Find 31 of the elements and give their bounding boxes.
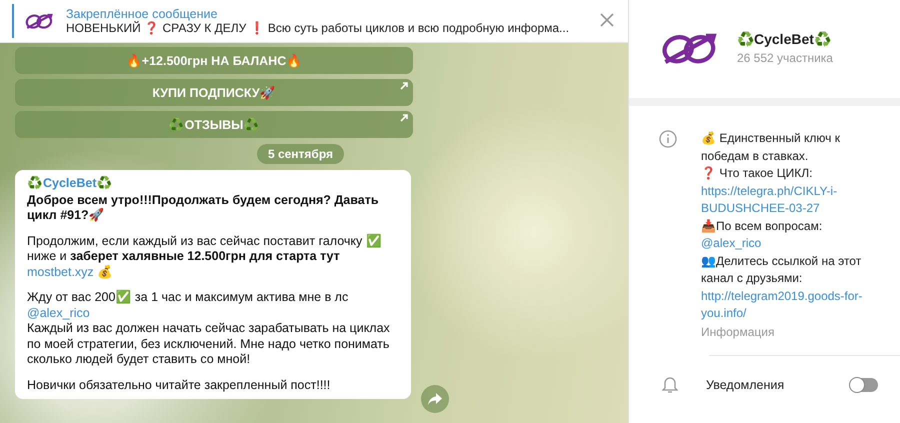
member-count: 26 552 участника	[737, 51, 833, 65]
description-line: 📥По всем вопросам:	[701, 218, 824, 234]
keyboard-button[interactable]: ♻ОТЗЫВЫ♻	[15, 111, 413, 138]
description-line: ❓ Что такое ЦИКЛ:	[701, 165, 814, 182]
info-caption: Информация	[701, 324, 776, 340]
share-icon	[428, 393, 442, 405]
link[interactable]: @alex_rico	[701, 235, 871, 252]
arrow-icon	[400, 82, 408, 90]
arrow-icon	[400, 114, 408, 122]
link[interactable]: mostbet.xyz	[27, 264, 94, 278]
notifications-label: Уведомления	[706, 378, 786, 392]
description-line: 💰 Единственный ключ к победам в ставках.	[701, 130, 841, 164]
date-label: 5 сентября	[256, 144, 344, 164]
pinned-text: НОВЕНЬКИЙ ❓ СРАЗУ К ДЕЛУ ❗ Всю суть работы циклов и всю подробную информа...	[66, 21, 570, 35]
message-paragraph: Продолжим, если каждый из вас сейчас поставит галочку ✅ ниже и заберет халявные 12.500грн для старта тут mostbet.xyz 💰	[27, 234, 383, 280]
link[interactable]: http://telegram2019.goods-for-you.info/	[701, 288, 871, 322]
info-icon	[659, 130, 677, 148]
sender-name[interactable]: ♻CycleBet♻	[27, 176, 399, 192]
bell-icon	[662, 376, 678, 394]
pinned-message-bar[interactable]: Закреплённое сообщение НОВЕНЬКИЙ ❓ СРАЗУ К ДЕЛУ ❗ Всю суть работы циклов и всю подробную информа...	[0, 0, 628, 43]
pinned-title: Закреплённое сообщение	[66, 7, 218, 21]
message-paragraph: Доброе всем утро!!!Продолжать будем сегодня? Давать цикл #91?🚀	[27, 192, 380, 224]
link[interactable]: https://telegra.ph/CIKLY-i-BUDUSHCHEE-03-27	[701, 182, 871, 218]
keyboard-button[interactable]: КУПИ ПОДПИСКУ🚀	[15, 79, 413, 106]
keyboard-button[interactable]: 🔥+12.500грн НА БАЛАНС🔥	[15, 47, 413, 74]
message-paragraph: Новички обязательно читайте закрепленный пост!!!!	[27, 378, 332, 393]
notifications-toggle[interactable]	[850, 378, 878, 392]
description-line: 👥Делитесь ссылкой на этот канал с друзьями:	[701, 252, 862, 287]
link[interactable]: @alex_rico	[27, 306, 90, 320]
channel-name: ♻CycleBet♻	[737, 31, 832, 47]
message-paragraph: Жду от вас 200✅ за 1 час и максимум актива мне в лс @alex_rico Каждый из вас должен начать сейчас зарабатывать на циклах по моей стратегии, без исключений. Мне надо четко понимать сколько людей будет ставить со мной!	[27, 290, 391, 368]
